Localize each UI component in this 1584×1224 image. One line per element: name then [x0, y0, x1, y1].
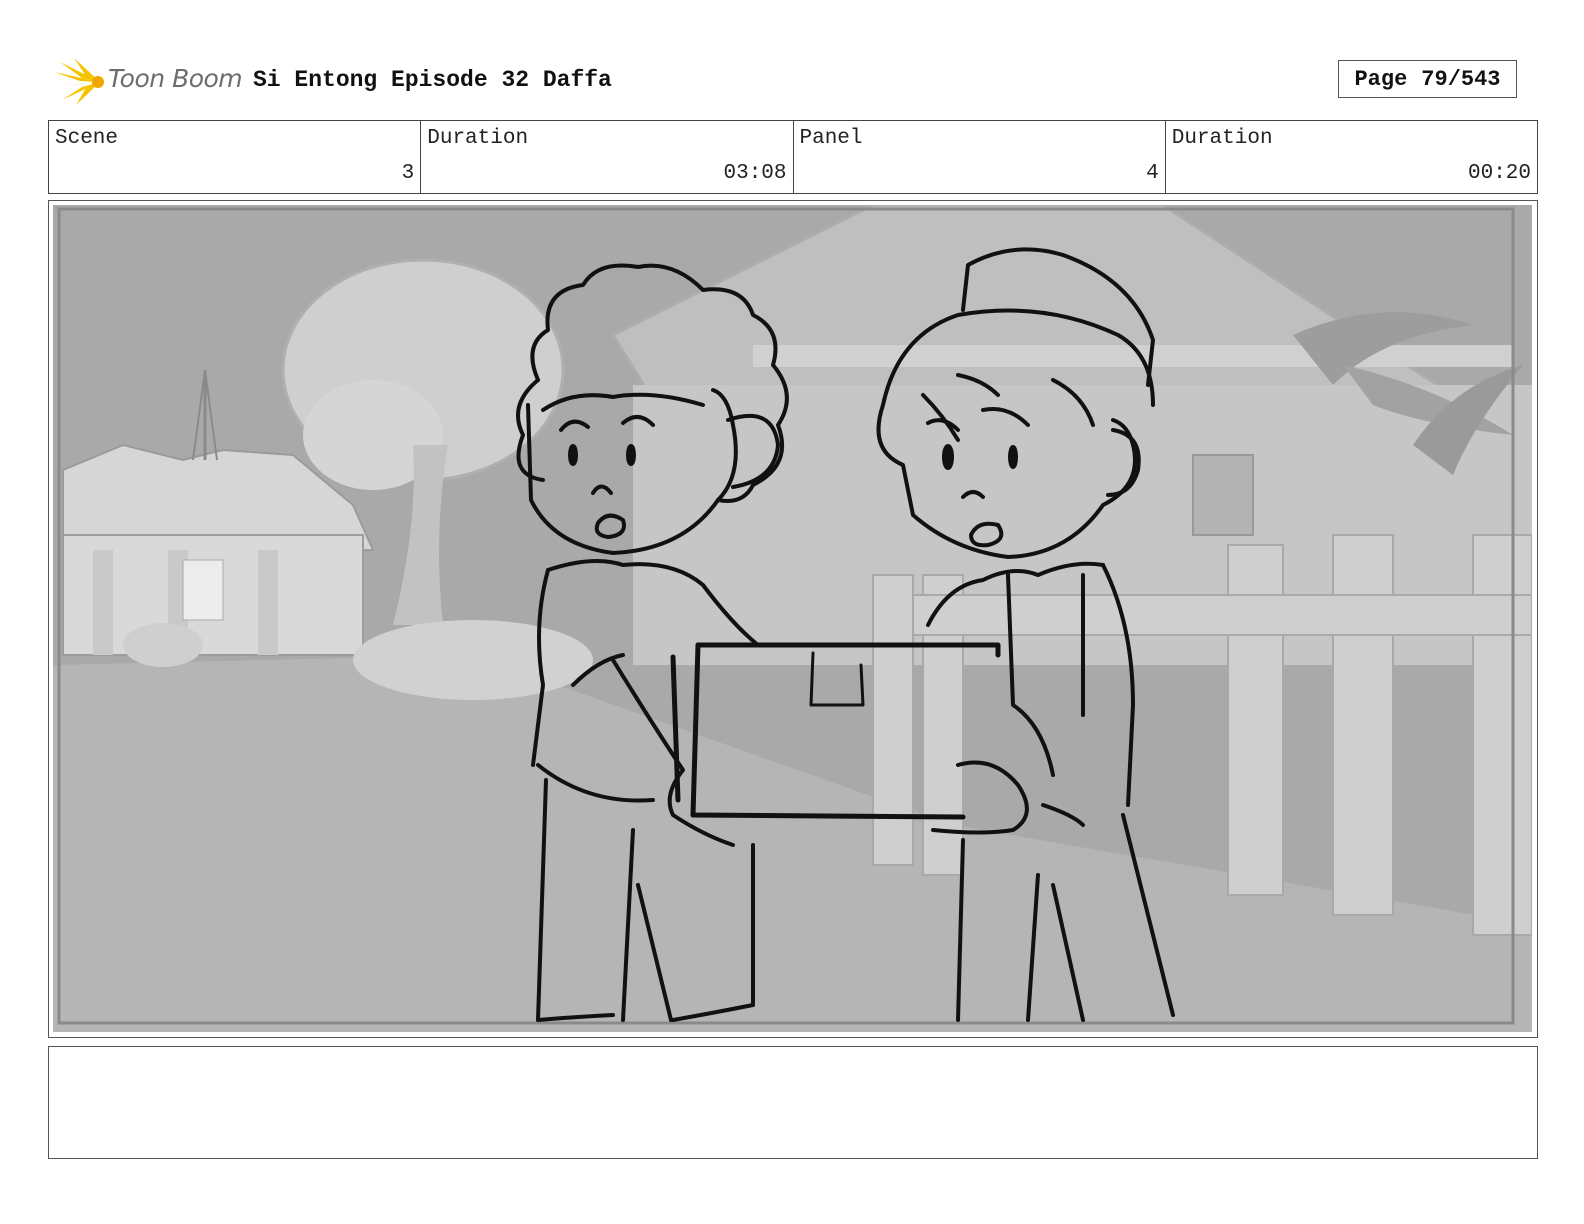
toon-boom-logo: Toon Boom [52, 56, 243, 106]
page-label: Page [1354, 66, 1408, 92]
document-title: Si Entong Episode 32 Daffa [253, 67, 612, 93]
scene-value: 3 [401, 162, 415, 185]
scene-duration-cell: Duration 03:08 [421, 121, 794, 193]
panel-duration-cell: Duration 00:20 [1166, 121, 1537, 193]
page-header: Toon Boom Si Entong Episode 32 Daffa Pag… [48, 54, 1538, 106]
page-number: 79/543 [1421, 66, 1501, 92]
panel-value: 4 [1146, 162, 1159, 185]
panel-label: Panel [799, 127, 863, 150]
storyboard-panel [48, 200, 1538, 1038]
panel-cell: Panel 4 [794, 121, 1166, 193]
scene-info-table: Scene 3 Duration 03:08 Panel 4 Duration … [48, 120, 1538, 194]
page-indicator: Page 79/543 [1338, 60, 1517, 98]
panel-notes-box [48, 1046, 1538, 1159]
scene-duration-value: 03:08 [723, 162, 787, 185]
panel-drawing [53, 205, 1532, 1032]
scene-cell: Scene 3 [49, 121, 422, 193]
logo-text: Toon Boom [108, 64, 243, 93]
panel-duration-label: Duration [1171, 127, 1273, 150]
scene-label: Scene [55, 127, 119, 150]
sunburst-logo-icon [54, 58, 104, 105]
panel-duration-value: 00:20 [1467, 162, 1531, 185]
scene-duration-label: Duration [427, 127, 529, 150]
